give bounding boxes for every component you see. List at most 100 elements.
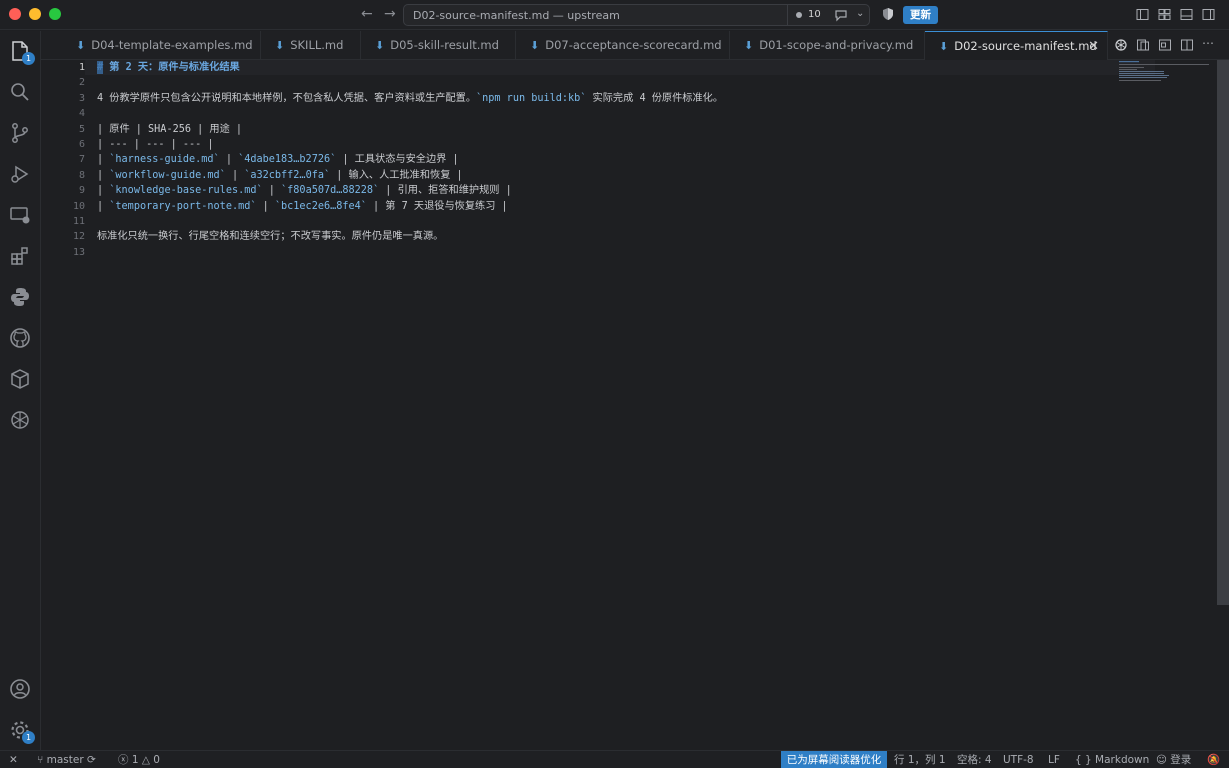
python-icon[interactable]: [8, 285, 32, 309]
tab-label: D01-scope-and-privacy.md: [759, 38, 914, 52]
branch-name: master: [46, 754, 84, 766]
markdown-icon: ⬇: [744, 39, 754, 52]
close-icon[interactable]: ✕: [1088, 32, 1099, 61]
source-control-icon[interactable]: [8, 121, 32, 145]
github-icon[interactable]: [8, 326, 32, 350]
text-cursor: [97, 61, 103, 74]
toggle-secondary-sidebar-icon[interactable]: [1202, 8, 1215, 21]
toggle-sidebar-icon[interactable]: [1136, 8, 1149, 21]
open-preview-icon[interactable]: [1158, 38, 1172, 52]
code-line-1: # 第 2 天：原件与标准化结果: [97, 62, 240, 73]
inline-code: `workflow-guide.md`: [109, 169, 226, 181]
branch-indicator[interactable]: ⑂ master ⟳: [37, 753, 96, 767]
text: 实际完成 4 份原件标准化。: [586, 92, 724, 104]
text: |: [97, 185, 110, 197]
code-line-12: 标准化只统一换行、行尾空格和连续空行；不改写事实。原件仍是唯一真源。: [97, 231, 444, 243]
bell-icon[interactable]: 🔕: [1207, 753, 1220, 767]
gear-icon[interactable]: 1: [8, 718, 35, 744]
changes-dot-icon: [796, 12, 802, 18]
command-center[interactable]: D02-source-manifest.md — upstream 10 ⌄: [403, 4, 870, 26]
shield-icon[interactable]: [881, 7, 895, 21]
toggle-panel-icon[interactable]: [1180, 8, 1193, 21]
login-label: 登录: [1170, 754, 1192, 766]
text: |: [225, 169, 245, 181]
remote-icon[interactable]: ✕: [9, 753, 18, 767]
chevron-down-icon[interactable]: ⌄: [856, 8, 864, 19]
line-number: 1: [78, 62, 85, 73]
text: |: [97, 200, 110, 212]
code-line-10: | `temporary-port-note.md` | `bc1ec2e6…8…: [97, 199, 508, 214]
tab-skill[interactable]: ⬇ SKILL.md: [261, 31, 361, 60]
line-number: 5: [78, 123, 85, 135]
text: | 工具状态与安全边界 |: [336, 154, 459, 166]
inline-code: `bc1ec2e6…8fe4`: [274, 200, 367, 212]
minimap[interactable]: [1116, 60, 1216, 90]
line-number: 11: [72, 216, 85, 227]
run-debug-icon[interactable]: [8, 162, 32, 186]
editor[interactable]: 1 2 3 4 5 6 7 8 9 10 11 12 13 # 第 2 天：原件…: [41, 60, 1229, 750]
indentation[interactable]: 空格: 4: [957, 753, 992, 767]
tab-d02-source-manifest[interactable]: ⬇ D02-source-manifest.md ✕: [925, 31, 1108, 60]
current-line-highlight: [85, 60, 1155, 76]
code-line-5: | 原件 | SHA-256 | 用途 |: [97, 123, 243, 135]
tab-d04-template-examples[interactable]: ⬇ D04-template-examples.md: [62, 31, 261, 60]
tab-d07-acceptance-scorecard[interactable]: ⬇ D07-acceptance-scorecard.md: [516, 31, 730, 60]
text: | 引用、拒答和维护规则 |: [379, 185, 512, 197]
open-changes-icon[interactable]: [1136, 38, 1150, 52]
openai-icon[interactable]: [1114, 38, 1128, 52]
back-arrow-icon[interactable]: ←: [361, 6, 373, 22]
language-label: Markdown: [1095, 754, 1150, 766]
line-number: 9: [78, 185, 85, 197]
problems-indicator[interactable]: ⓧ 1 △ 0: [118, 753, 160, 767]
customize-layout-icon[interactable]: [1158, 8, 1171, 21]
line-number: 6: [78, 139, 85, 150]
tab-d01-scope-and-privacy[interactable]: ⬇ D01-scope-and-privacy.md: [730, 31, 925, 60]
cursor-position[interactable]: 行 1，列 1: [894, 753, 946, 767]
tab-bar: ⬇ D04-template-examples.md ⬇ SKILL.md ⬇ D05…: [41, 31, 1229, 60]
update-button[interactable]: 更新: [903, 6, 938, 24]
encoding[interactable]: UTF-8: [1003, 753, 1034, 767]
account-icon[interactable]: [8, 677, 32, 701]
zoom-window-button[interactable]: [49, 8, 61, 20]
minimize-window-button[interactable]: [29, 8, 41, 20]
openai-icon[interactable]: [8, 408, 32, 432]
branch-icon: ⑂: [37, 754, 47, 766]
code-line-6: | --- | --- | --- |: [97, 139, 214, 150]
search-icon[interactable]: [8, 80, 32, 104]
settings-badge: 1: [22, 731, 35, 744]
end-of-line[interactable]: LF: [1048, 753, 1060, 767]
extensions-icon[interactable]: [8, 244, 32, 268]
text: |: [262, 185, 282, 197]
line-number: 4: [78, 108, 85, 120]
split-editor-icon[interactable]: [1180, 38, 1194, 52]
text: |: [256, 200, 275, 212]
login-button[interactable]: ☺ 登录: [1156, 753, 1191, 767]
inline-code: `temporary-port-note.md`: [109, 200, 257, 212]
chat-icon[interactable]: [834, 8, 848, 22]
close-window-button[interactable]: [9, 8, 21, 20]
tab-label: D04-template-examples.md: [91, 38, 253, 52]
more-actions-icon[interactable]: ⋯: [1202, 36, 1216, 50]
copilot-icon: ☺: [1156, 754, 1171, 766]
code-line-3: 4 份教学原件只包含公开说明和本地样例，不包含私人凭据、客户资料或生产配置。`n…: [97, 91, 723, 106]
screen-reader-mode[interactable]: 已为屏幕阅读器优化: [781, 751, 887, 768]
markdown-icon: ⬇: [275, 39, 285, 52]
forward-arrow-icon[interactable]: →: [384, 6, 396, 22]
line-number: 13: [72, 246, 85, 258]
tab-d05-skill-result[interactable]: ⬇ D05-skill-result.md: [361, 31, 516, 60]
remote-explorer-icon[interactable]: [8, 203, 32, 227]
changes-count[interactable]: 10: [808, 9, 821, 20]
tab-label: SKILL.md: [290, 38, 344, 52]
line-number: 7: [78, 154, 85, 166]
language-mode[interactable]: { } Markdown: [1075, 753, 1149, 767]
inline-code: `harness-guide.md`: [109, 154, 220, 166]
line-number: 10: [72, 200, 85, 212]
text: 4 份教学原件只包含公开说明和本地样例，不包含私人凭据、客户资料或生产配置。: [97, 92, 477, 104]
vertical-scrollbar[interactable]: [1217, 60, 1229, 605]
container-icon[interactable]: [8, 367, 32, 391]
warning-count: 0: [153, 754, 160, 766]
explorer-badge: 1: [22, 52, 35, 65]
code-line-7: | `harness-guide.md` | `4dabe183…b2726` …: [97, 152, 459, 167]
explorer-icon[interactable]: 1: [8, 39, 35, 65]
braces-icon: { }: [1075, 754, 1096, 766]
